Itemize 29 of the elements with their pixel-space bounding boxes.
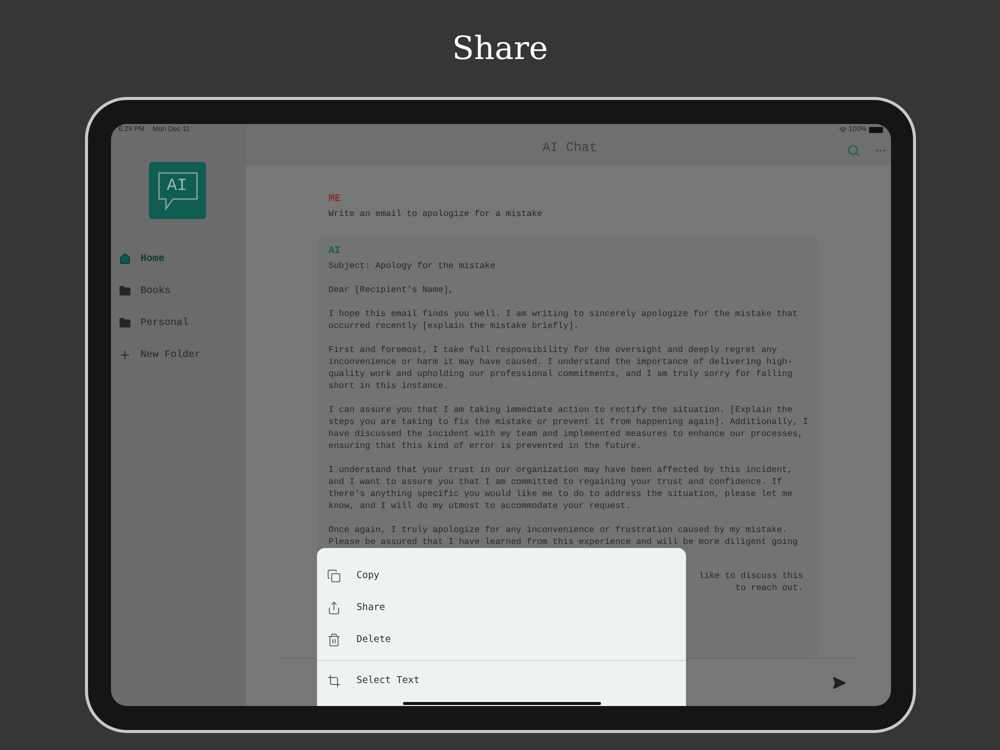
folder-icon	[118, 317, 130, 329]
message-text: I understand that your trust in our organization may have been affected by this incident, and I want to assure you that I am committed to regaining your trust and confidence. If there's anything specific you would like me to do to address the situation, please let me know, and I will do my utmost to accommodate your request.	[328, 464, 794, 512]
logo-text: AI	[166, 176, 188, 198]
trash-icon	[326, 633, 340, 647]
folder-icon	[118, 285, 130, 297]
copy-icon	[326, 569, 340, 583]
home-icon	[118, 253, 130, 265]
message-text: Dear [Recipient's Name],	[328, 284, 455, 296]
message-text: like to discuss this to reach out.	[698, 570, 804, 594]
author-label: ME	[328, 194, 342, 206]
menu-item[interactable]: Share	[316, 592, 686, 624]
send-icon[interactable]	[832, 676, 846, 690]
message-text: Once again, I truly apologize for any inconvenience or frustration caused by my mistake. Please be assured that I have learned from this experience and will be more diligent going	[328, 524, 799, 548]
wifi-icon	[838, 126, 847, 134]
search-icon[interactable]	[847, 144, 860, 157]
message-text: Subject: Apology for the mistake	[328, 260, 496, 272]
message-text: First and foremost, I take full responsibility for the oversight and deeply regret any inconvenience or harm it may have caused. I understand the importance of delivering high- quality work and upholding our professional commitments, and I am truly sorry for falling short in this instance.	[328, 344, 794, 392]
menu-item[interactable]: Copy	[316, 560, 686, 592]
share-icon	[326, 601, 340, 615]
message-text: Write an email to apologize for a mistake	[328, 208, 544, 220]
author-label: AI	[328, 246, 342, 258]
menu-item[interactable]: Select Text	[316, 665, 686, 697]
menu-item[interactable]: Delete	[316, 624, 686, 656]
battery-icon	[868, 127, 882, 133]
message-text: I hope this email finds you well. I am writing to sincerely apologize for the mistake that occurred recently [explain the mistake briefly].	[328, 308, 799, 332]
page-caption: Share	[452, 28, 548, 69]
message-text: I can assure you that I am taking immediate action to rectify the situation. [Explain the steps you are taking to fix the mistake or prevent it from happening again]. Additionally, I have discussed the incident with my team and implemented measures to enhance our processes, ensuring that this kind of error is prevented in the future.	[328, 404, 808, 452]
plus-icon	[118, 349, 130, 361]
crop-icon	[326, 674, 340, 688]
